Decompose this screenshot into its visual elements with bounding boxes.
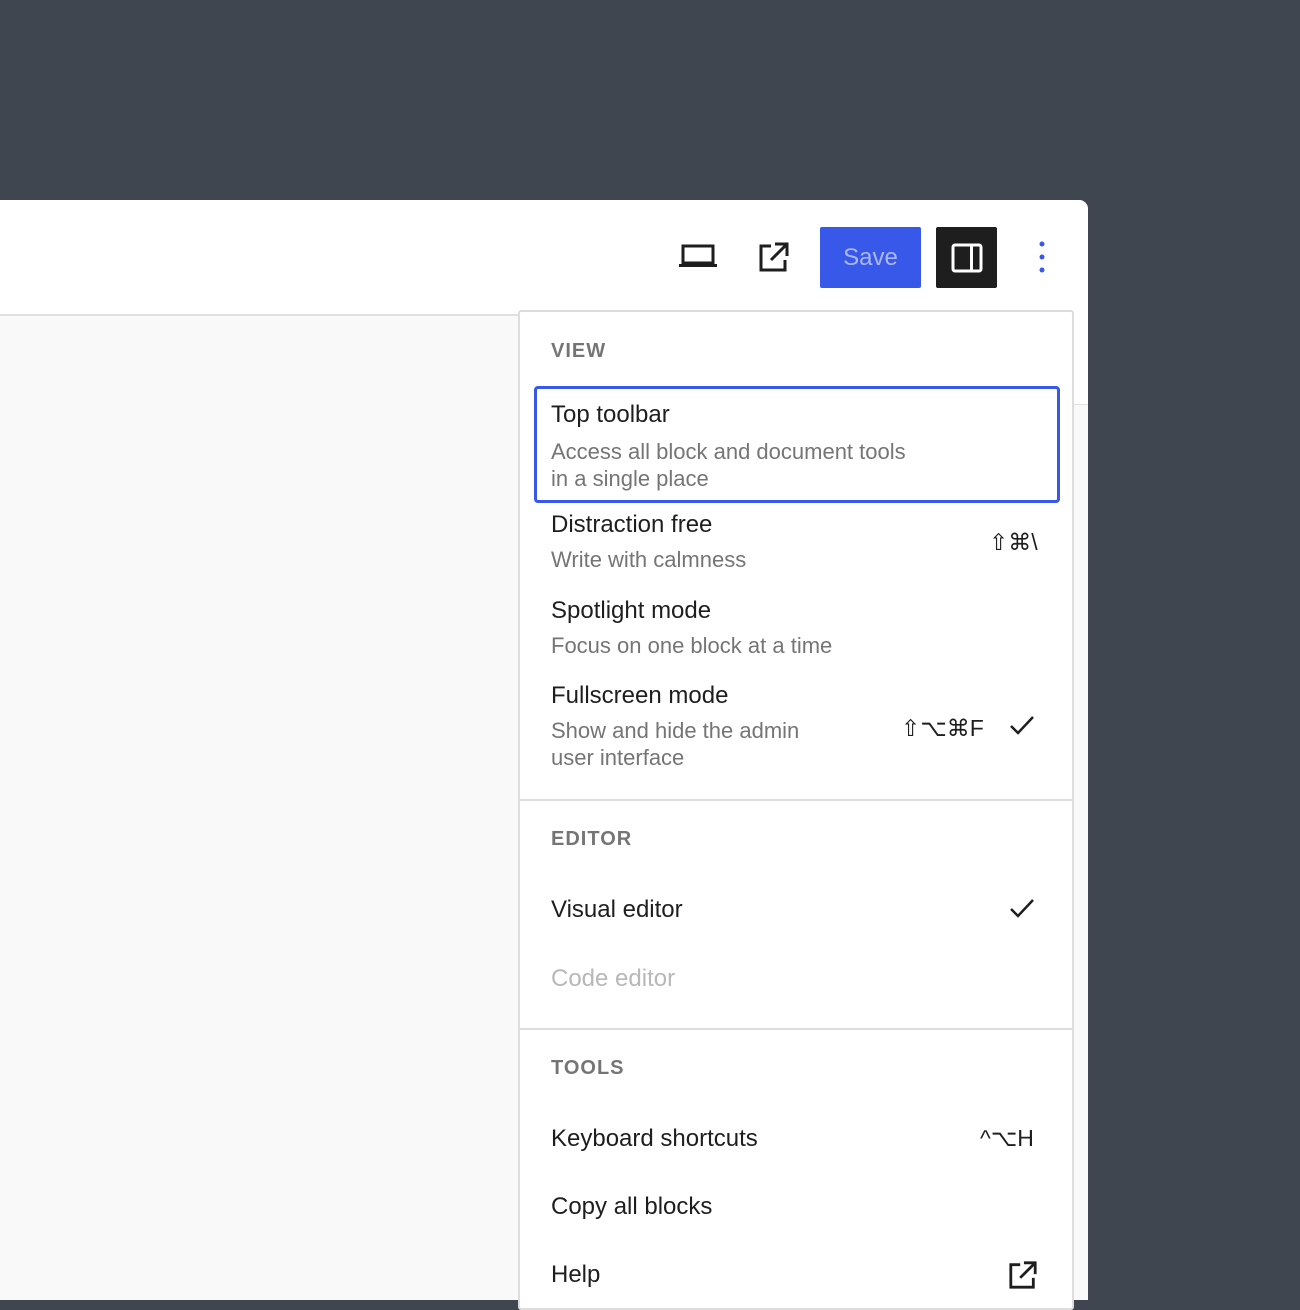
menu-item-spotlight-mode[interactable]: Spotlight mode Focus on one block at a t… bbox=[534, 594, 1060, 666]
save-button-label: Save bbox=[843, 243, 898, 271]
more-vertical-icon bbox=[1039, 241, 1045, 273]
menu-divider bbox=[520, 799, 1072, 801]
menu-item-title: Copy all blocks bbox=[551, 1193, 713, 1220]
menu-item-title: Keyboard shortcuts bbox=[551, 1125, 758, 1152]
save-button[interactable]: Save bbox=[820, 227, 921, 288]
settings-toggle-button[interactable] bbox=[936, 227, 997, 288]
menu-item-copy-all-blocks[interactable]: Copy all blocks bbox=[534, 1180, 1060, 1238]
menu-item-distraction-free[interactable]: Distraction free Write with calmness ⇧⌘\ bbox=[534, 508, 1060, 580]
view-post-button[interactable] bbox=[744, 227, 804, 287]
menu-item-visual-editor[interactable]: Visual editor bbox=[534, 882, 1060, 940]
menu-item-description: Write with calmness bbox=[551, 547, 747, 572]
external-link-icon bbox=[1009, 1261, 1037, 1289]
laptop-icon bbox=[679, 244, 717, 267]
menu-item-title: Visual editor bbox=[551, 896, 683, 923]
shortcut-label: ⇧⌘\ bbox=[989, 529, 1038, 555]
section-label-tools: TOOLS bbox=[551, 1057, 625, 1079]
menu-item-title: Code editor bbox=[551, 965, 676, 992]
options-menu-button[interactable] bbox=[1012, 227, 1072, 287]
shortcut-label: ^⌥H bbox=[980, 1125, 1034, 1151]
section-label-view: VIEW bbox=[551, 340, 607, 362]
sidebar-panel-icon bbox=[951, 243, 982, 272]
checkmark-icon bbox=[1010, 899, 1034, 918]
menu-divider bbox=[520, 1028, 1072, 1030]
sidebar-edge bbox=[1072, 314, 1088, 405]
preview-button[interactable] bbox=[668, 227, 728, 287]
menu-item-top-toolbar[interactable]: Top toolbar Access all block and documen… bbox=[534, 386, 1060, 503]
section-label-editor: EDITOR bbox=[551, 828, 633, 850]
checkmark-icon bbox=[1010, 716, 1034, 735]
menu-item-title: Fullscreen mode bbox=[551, 682, 729, 709]
menu-item-description: Access all block and document tools in a… bbox=[551, 439, 906, 491]
menu-item-title: Top toolbar bbox=[551, 401, 670, 428]
menu-item-title: Spotlight mode bbox=[551, 597, 712, 624]
shortcut-label: ⇧⌥⌘F bbox=[901, 715, 984, 741]
menu-item-fullscreen-mode[interactable]: Fullscreen mode Show and hide the admin … bbox=[534, 679, 1060, 779]
editor-header: Save bbox=[0, 200, 1088, 316]
menu-item-description: Focus on one block at a time bbox=[551, 633, 833, 658]
menu-item-keyboard-shortcuts[interactable]: Keyboard shortcuts ^⌥H bbox=[534, 1112, 1060, 1170]
options-dropdown-menu: VIEW Top toolbar Access all block and do… bbox=[518, 310, 1074, 1310]
menu-item-help[interactable]: Help bbox=[534, 1248, 1060, 1306]
menu-item-title: Distraction free bbox=[551, 511, 713, 538]
menu-item-title: Help bbox=[551, 1261, 601, 1288]
menu-item-code-editor[interactable]: Code editor bbox=[534, 952, 1060, 1010]
external-link-icon bbox=[759, 242, 789, 272]
